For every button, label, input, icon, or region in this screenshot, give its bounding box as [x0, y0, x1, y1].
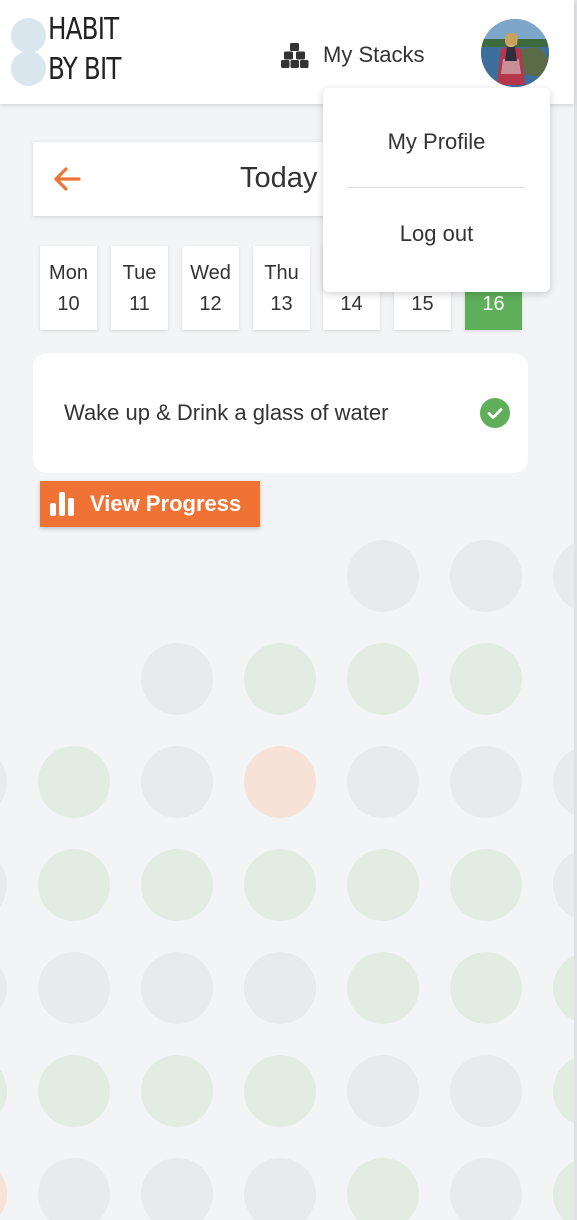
bar-chart-icon — [50, 492, 74, 516]
background-dot — [38, 1055, 110, 1127]
day-wed[interactable]: Wed 12 — [182, 246, 239, 330]
background-dot — [0, 760, 7, 804]
background-dot — [450, 746, 522, 818]
background-dot — [141, 746, 213, 818]
background-dot — [450, 1055, 522, 1127]
background-dot — [0, 966, 7, 1010]
habit-title: Wake up & Drink a glass of water — [64, 400, 389, 425]
check-circle-icon[interactable] — [480, 398, 510, 428]
day-number: 12 — [199, 293, 222, 315]
background-dot — [38, 952, 110, 1024]
page-title: Today — [240, 162, 318, 194]
day-name: Mon — [49, 262, 88, 284]
background-dot — [141, 1055, 213, 1127]
background-dot — [450, 643, 522, 715]
background-dot — [244, 1158, 316, 1220]
background-dot — [347, 746, 419, 818]
logo-text-line2: BY BIT — [48, 52, 121, 87]
background-dot — [450, 1158, 522, 1220]
background-dot — [347, 849, 419, 921]
stacked-cubes-icon — [281, 43, 309, 68]
back-arrow-icon[interactable] — [53, 167, 81, 191]
background-dot — [38, 746, 110, 818]
background-dot — [450, 540, 522, 612]
day-tue[interactable]: Tue 11 — [111, 246, 168, 330]
background-dot — [347, 1158, 419, 1220]
background-dot — [450, 952, 522, 1024]
habit-card[interactable]: Wake up & Drink a glass of water — [33, 353, 528, 473]
day-mon[interactable]: Mon 10 — [40, 246, 97, 330]
background-dot — [0, 1172, 7, 1216]
day-number: 13 — [270, 293, 293, 315]
day-number: 14 — [340, 293, 363, 315]
background-dot — [141, 1158, 213, 1220]
my-stacks-link[interactable]: My Stacks — [281, 38, 424, 72]
background-dot — [141, 643, 213, 715]
background-dot — [244, 746, 316, 818]
day-number: 16 — [482, 293, 505, 315]
background-dot — [347, 1055, 419, 1127]
day-name: Wed — [190, 262, 231, 284]
menu-divider — [347, 187, 525, 188]
background-dot — [38, 1158, 110, 1220]
logo-text-line1: HABIT — [48, 12, 119, 47]
my-stacks-label: My Stacks — [323, 42, 425, 67]
avatar-photo — [481, 19, 549, 87]
user-dropdown-menu: My Profile Log out — [323, 88, 550, 292]
day-name: Thu — [264, 262, 299, 284]
background-dot — [347, 540, 419, 612]
background-dot — [244, 849, 316, 921]
view-progress-button[interactable]: View Progress — [40, 481, 260, 527]
background-dot — [244, 952, 316, 1024]
background-dot — [450, 849, 522, 921]
log-out-menu-item[interactable]: Log out — [323, 221, 550, 247]
day-thu[interactable]: Thu 13 — [253, 246, 310, 330]
background-dot — [347, 643, 419, 715]
logo-circle-top — [11, 18, 46, 53]
background-dot — [347, 952, 419, 1024]
habit-by-bit-logo[interactable]: HABIT BY BIT — [11, 15, 141, 89]
day-number: 15 — [411, 293, 434, 315]
background-dot — [244, 643, 316, 715]
my-profile-menu-item[interactable]: My Profile — [323, 129, 550, 155]
background-dot — [244, 1055, 316, 1127]
user-avatar[interactable] — [481, 19, 549, 87]
background-dot — [141, 952, 213, 1024]
background-dot — [0, 1069, 7, 1113]
background-dot — [141, 849, 213, 921]
day-number: 10 — [57, 293, 80, 315]
day-name: Tue — [122, 262, 157, 284]
background-dot — [38, 849, 110, 921]
view-progress-label: View Progress — [90, 491, 242, 516]
day-number: 11 — [129, 293, 150, 315]
logo-circle-bottom — [11, 51, 46, 86]
background-dot — [0, 863, 7, 907]
